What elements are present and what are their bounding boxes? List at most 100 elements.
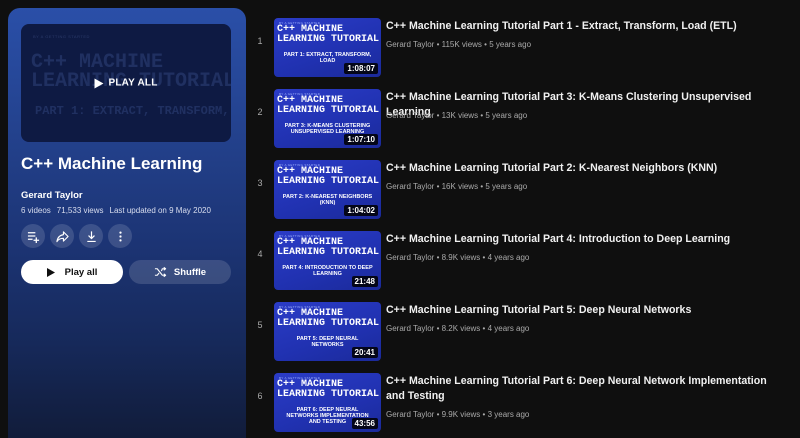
- thumb-heading: C++ MACHINE LEARNING TUTORIAL: [277, 167, 379, 187]
- video-views: 9.9K views: [441, 410, 481, 419]
- video-channel[interactable]: Gerard Taylor: [386, 253, 434, 262]
- thumb-line2: LEARNING TUTORIAL: [277, 176, 380, 187]
- playlist-owner[interactable]: Gerard Taylor: [21, 190, 83, 201]
- thumb-line2: LEARNING TUTORIAL: [277, 34, 380, 45]
- thumb-heading: C++ MACHINE LEARNING TUTORIAL: [277, 25, 379, 45]
- meta-separator: •: [482, 410, 486, 419]
- video-row[interactable]: 5 BY A GETTING STARTED C++ MACHINE LEARNI…: [252, 298, 792, 362]
- video-age: 4 years ago: [487, 253, 530, 262]
- video-row[interactable]: 1 BY A GETTING STARTED C++ MACHINE LEARNI…: [252, 14, 792, 78]
- video-age: 4 years ago: [487, 324, 530, 333]
- video-channel[interactable]: Gerard Taylor: [386, 40, 434, 49]
- thumb-line2: LEARNING TUTORIAL: [277, 247, 380, 258]
- video-title[interactable]: C++ Machine Learning Tutorial Part 4: In…: [386, 232, 786, 247]
- video-views: 115K views: [441, 40, 482, 49]
- share-icon: [55, 230, 69, 242]
- video-thumbnail[interactable]: BY A GETTING STARTED C++ MACHINE LEARNING…: [274, 302, 381, 361]
- video-duration: 1:04:02: [344, 205, 378, 216]
- video-index: 6: [257, 391, 263, 401]
- video-index: 2: [257, 107, 263, 117]
- play-all-overlay-label: PLAY ALL: [108, 77, 158, 89]
- video-channel[interactable]: Gerard Taylor: [386, 111, 434, 120]
- shuffle-icon: [154, 266, 167, 278]
- video-age: 3 years ago: [487, 410, 530, 419]
- video-meta: Gerard Taylor • 8.2K views • 4 years ago: [386, 324, 529, 333]
- video-title[interactable]: C++ Machine Learning Tutorial Part 6: De…: [386, 374, 786, 404]
- video-title[interactable]: C++ Machine Learning Tutorial Part 1 - E…: [386, 19, 786, 34]
- video-views: 8.2K views: [441, 324, 481, 333]
- video-duration: 20:41: [351, 347, 378, 358]
- more-vert-icon: [118, 230, 122, 242]
- share-button[interactable]: [50, 224, 74, 248]
- video-duration: 1:08:07: [344, 63, 378, 74]
- video-meta: Gerard Taylor • 13K views • 5 years ago: [386, 111, 527, 120]
- video-row[interactable]: 4 BY A GETTING STARTED C++ MACHINE LEARNI…: [252, 227, 792, 291]
- video-views: 16K views: [441, 182, 479, 191]
- meta-separator: •: [482, 324, 486, 333]
- video-meta: Gerard Taylor • 16K views • 5 years ago: [386, 182, 527, 191]
- meta-separator: •: [436, 40, 440, 49]
- video-row[interactable]: 2 BY A GETTING STARTED C++ MACHINE LEARNI…: [252, 85, 792, 149]
- video-meta: Gerard Taylor • 8.9K views • 4 years ago: [386, 253, 529, 262]
- shuffle-button[interactable]: Shuffle: [129, 260, 231, 284]
- thumb-heading: C++ MACHINE LEARNING TUTORIAL: [277, 238, 379, 258]
- video-duration: 1:07:10: [344, 134, 378, 145]
- thumb-line2: LEARNING TUTORIAL: [277, 389, 380, 400]
- meta-separator: •: [482, 253, 486, 262]
- playlist-header-panel: BY A GETTING STARTED C++ MACHINE LEARNIN…: [8, 8, 246, 438]
- playlist-hero-thumbnail[interactable]: BY A GETTING STARTED C++ MACHINE LEARNIN…: [21, 24, 231, 142]
- video-age: 5 years ago: [489, 40, 532, 49]
- meta-separator: •: [436, 410, 440, 419]
- video-age: 5 years ago: [485, 182, 528, 191]
- video-duration: 21:48: [351, 276, 378, 287]
- meta-separator: •: [436, 253, 440, 262]
- play-icon: [46, 267, 55, 277]
- video-views: 13K views: [441, 111, 479, 120]
- thumb-heading: C++ MACHINE LEARNING TUTORIAL: [277, 380, 379, 400]
- play-all-label: Play all: [64, 266, 98, 278]
- download-button[interactable]: [79, 224, 103, 248]
- video-title[interactable]: C++ Machine Learning Tutorial Part 5: De…: [386, 303, 786, 318]
- meta-separator: •: [436, 182, 440, 191]
- video-age: 5 years ago: [485, 111, 528, 120]
- play-all-overlay[interactable]: PLAY ALL: [94, 78, 157, 89]
- shuffle-label: Shuffle: [173, 266, 207, 278]
- playlist-actions: [21, 224, 132, 248]
- video-thumbnail[interactable]: BY A GETTING STARTED C++ MACHINE LEARNING…: [274, 160, 381, 219]
- thumb-heading: C++ MACHINE LEARNING TUTORIAL: [277, 309, 379, 329]
- video-channel[interactable]: Gerard Taylor: [386, 324, 434, 333]
- add-to-queue-button[interactable]: [21, 224, 45, 248]
- video-row[interactable]: 6 BY A GETTING STARTED C++ MACHINE LEARNI…: [252, 369, 792, 433]
- thumb-line2: LEARNING TUTORIAL: [277, 105, 380, 116]
- play-all-button[interactable]: Play all: [21, 260, 123, 284]
- meta-separator: •: [484, 40, 487, 49]
- meta-separator: •: [436, 111, 440, 120]
- video-title[interactable]: C++ Machine Learning Tutorial Part 2: K-…: [386, 161, 786, 176]
- video-index: 3: [257, 178, 263, 188]
- download-icon: [86, 230, 96, 242]
- playlist-meta: 6 videos 71,533 views Last updated on 9 …: [21, 206, 211, 215]
- video-views: 8.9K views: [441, 253, 481, 262]
- meta-separator: •: [436, 324, 440, 333]
- video-index: 5: [257, 320, 263, 330]
- playlist-title: C++ Machine Learning: [21, 154, 203, 173]
- play-icon: [94, 78, 104, 88]
- video-duration: 43:56: [351, 418, 378, 429]
- meta-separator: •: [480, 182, 484, 191]
- video-thumbnail[interactable]: BY A GETTING STARTED C++ MACHINE LEARNING…: [274, 373, 381, 432]
- video-row[interactable]: 3 BY A GETTING STARTED C++ MACHINE LEARNI…: [252, 156, 792, 220]
- video-index: 4: [257, 249, 263, 259]
- video-thumbnail[interactable]: BY A GETTING STARTED C++ MACHINE LEARNING…: [274, 18, 381, 77]
- video-thumbnail[interactable]: BY A GETTING STARTED C++ MACHINE LEARNING…: [274, 89, 381, 148]
- meta-separator: •: [480, 111, 484, 120]
- thumb-heading: C++ MACHINE LEARNING TUTORIAL: [277, 96, 379, 116]
- video-channel[interactable]: Gerard Taylor: [386, 410, 434, 419]
- video-meta: Gerard Taylor • 115K views • 5 years ago: [386, 40, 531, 49]
- thumb-line2: LEARNING TUTORIAL: [277, 318, 380, 329]
- more-options-button[interactable]: [108, 224, 132, 248]
- playlist-views: 71,533 views: [56, 206, 104, 215]
- video-meta: Gerard Taylor • 9.9K views • 3 years ago: [386, 410, 529, 419]
- video-thumbnail[interactable]: BY A GETTING STARTED C++ MACHINE LEARNING…: [274, 231, 381, 290]
- video-channel[interactable]: Gerard Taylor: [386, 182, 434, 191]
- video-index: 1: [257, 36, 263, 46]
